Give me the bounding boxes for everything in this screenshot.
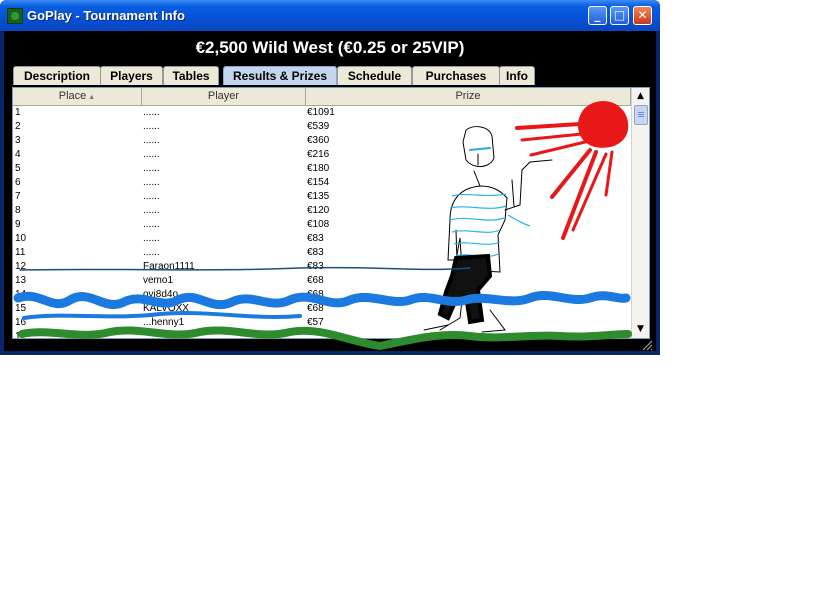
prize-cell: €57	[307, 317, 324, 328]
window-title: GoPlay - Tournament Info	[27, 8, 185, 23]
prize-cell: €135	[307, 191, 330, 202]
place-cell: 16	[15, 317, 27, 328]
player-cell: vemo1	[143, 275, 174, 286]
close-button[interactable]: ✕	[633, 6, 652, 25]
place-cell: 14	[15, 289, 27, 300]
table-row[interactable]: 13 vemo1 €68	[13, 274, 631, 288]
player-cell: Faraon1111	[143, 261, 195, 272]
player-cell: ......	[143, 219, 160, 230]
tournament-info-window: GoPlay - Tournament Info _ □ ✕ €2,500 Wi…	[0, 0, 660, 355]
place-cell: 17	[15, 331, 27, 339]
player-cell: ......	[143, 121, 160, 132]
place-cell: 6	[15, 177, 21, 188]
tab-purchases[interactable]: Purchases	[412, 66, 500, 85]
sort-ascending-icon: ▲	[88, 94, 96, 101]
minimize-icon: _	[594, 8, 601, 22]
place-cell: 12	[15, 261, 27, 272]
table-row[interactable]: 3...... €360	[13, 134, 631, 148]
tournament-name: €2,500 Wild West (€0.25 or 25VIP)	[195, 38, 465, 57]
place-cell: 11	[15, 247, 26, 258]
place-cell: 9	[15, 219, 21, 230]
player-cell: ......	[143, 247, 160, 258]
prize-cell: €108	[307, 219, 330, 230]
place-cell: 10	[15, 233, 27, 244]
player-cell: ......	[143, 135, 160, 146]
prize-cell: €360	[307, 135, 330, 146]
table-row[interactable]: 10...... €83	[13, 232, 631, 246]
player-cell: ......	[143, 163, 160, 174]
table-row[interactable]: 8...... €120	[13, 204, 631, 218]
place-cell: 2	[15, 121, 21, 132]
table-row[interactable]: 14 ovi8d4o €68	[13, 288, 631, 302]
table-row[interactable]: 4...... €216	[13, 148, 631, 162]
prize-cell: €68	[307, 303, 324, 314]
table-row[interactable]: 6...... €154	[13, 176, 631, 190]
scroll-up-arrow-icon[interactable]: ▲	[632, 88, 649, 105]
place-cell: 1	[15, 107, 21, 118]
prize-cell: €68	[307, 275, 324, 286]
place-cell: 4	[15, 149, 21, 160]
prize-cell: €539	[307, 121, 330, 132]
prize-cell: €120	[307, 205, 330, 216]
prize-cell: €68	[307, 289, 324, 300]
tab-description[interactable]: Description	[13, 66, 101, 85]
goplay-logo-icon	[7, 8, 23, 24]
player-cell: ......	[143, 149, 160, 160]
table-row[interactable]: 2...... €539	[13, 120, 631, 134]
scroll-down-arrow-icon[interactable]: ▼	[632, 321, 649, 338]
tab-info[interactable]: Info	[499, 66, 535, 85]
tab-schedule[interactable]: Schedule	[337, 66, 412, 85]
table-header: Place ▲ Player Prize	[13, 88, 631, 106]
place-cell: 5	[15, 163, 21, 174]
results-table: Place ▲ Player Prize 1...... €1091 2...... €…	[12, 87, 650, 339]
close-icon: ✕	[637, 8, 648, 22]
place-cell: 13	[15, 275, 27, 286]
player-cell: KALVOXX	[143, 303, 189, 314]
table-row[interactable]: 1...... €1091	[13, 106, 631, 120]
prize-cell: €1091	[307, 107, 335, 118]
table-row[interactable]: 7...... €135	[13, 190, 631, 204]
minimize-button[interactable]: _	[588, 6, 607, 25]
tab-results-prizes[interactable]: Results & Prizes	[223, 66, 337, 85]
table-row[interactable]: 11...... €83	[13, 246, 631, 260]
prize-cell: €83	[307, 247, 324, 258]
prize-cell: €83	[307, 233, 324, 244]
player-cell: ......	[143, 233, 160, 244]
place-cell: 8	[15, 205, 21, 216]
table-row[interactable]: 9...... €108	[13, 218, 631, 232]
content-frame: €2,500 Wild West (€0.25 or 25VIP) Descri…	[4, 31, 656, 351]
player-cell: ......	[143, 205, 160, 216]
vertical-scrollbar[interactable]: ▲ ▼	[631, 88, 649, 338]
scroll-thumb[interactable]	[634, 105, 648, 125]
maximize-button[interactable]: □	[610, 6, 629, 25]
table-row[interactable]: 16 ...henny1 €57	[13, 316, 631, 330]
tab-players[interactable]: Players	[100, 66, 163, 85]
title-bar[interactable]: GoPlay - Tournament Info _ □ ✕	[0, 0, 660, 31]
column-header-player[interactable]: Player	[142, 88, 306, 105]
prize-cell: €180	[307, 163, 330, 174]
player-cell: ......	[143, 177, 160, 188]
player-cell: ......	[143, 107, 160, 118]
prize-cell: €216	[307, 149, 330, 160]
resize-grip-icon[interactable]	[640, 338, 653, 351]
table-row[interactable]: 17	[13, 330, 631, 339]
place-header-label: Place	[58, 90, 87, 102]
player-cell: ...henny1	[143, 317, 185, 328]
table-row[interactable]: 15 KALVOXX €68	[13, 302, 631, 316]
table-row[interactable]: 5...... €180	[13, 162, 631, 176]
place-cell: 3	[15, 135, 21, 146]
place-cell: 15	[15, 303, 27, 314]
prize-cell: €83	[307, 261, 324, 272]
tab-tables[interactable]: Tables	[163, 66, 219, 85]
column-header-prize[interactable]: Prize	[306, 88, 631, 105]
column-header-place[interactable]: Place ▲	[13, 88, 142, 105]
player-cell: ......	[143, 191, 160, 202]
player-cell: ovi8d4o	[143, 289, 179, 300]
table-row[interactable]: 12 Faraon1111 €83	[13, 260, 631, 274]
maximize-icon: □	[613, 8, 626, 22]
table-body: 1...... €1091 2...... €539 3...... €360 4.....…	[13, 106, 631, 339]
place-cell: 7	[15, 191, 21, 202]
prize-cell: €154	[307, 177, 330, 188]
